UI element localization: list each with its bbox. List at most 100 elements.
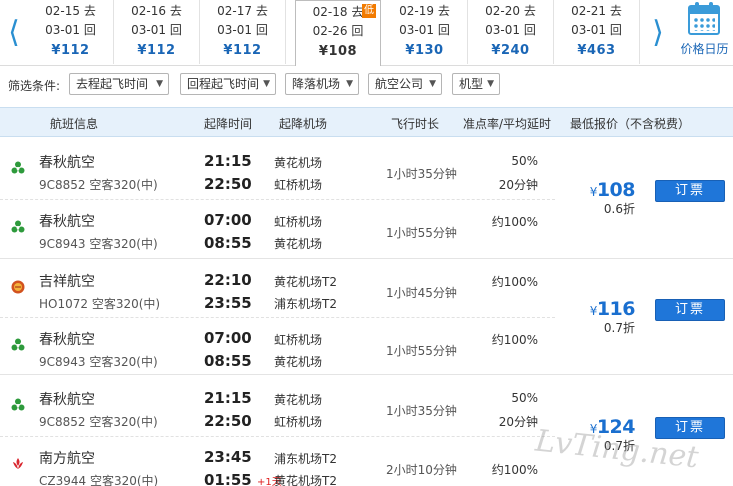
- filter-landing-airport-dropdown[interactable]: 降落机场 ▼: [285, 73, 359, 95]
- flight-duration: 2小时10分钟: [386, 463, 457, 477]
- results-table-header: 航班信息 起降时间 起降机场 飞行时长 准点率/平均延时 最低报价（不含税费）: [0, 107, 733, 137]
- date-price: ¥130: [405, 43, 444, 58]
- departure-time: 21:15: [204, 152, 252, 170]
- return-date: 03-01 回: [45, 23, 96, 37]
- chevron-down-icon: ▼: [346, 79, 353, 89]
- departure-time: 23:45: [204, 448, 252, 466]
- flight-number[interactable]: 9C8852 空客320(中): [39, 413, 158, 430]
- filter-outbound-time-dropdown[interactable]: 去程起飞时间 ▼: [69, 73, 169, 95]
- outbound-flight: 春秋航空 9C8852 空客320(中) 21:15 22:50 黄花机场 虹桥…: [0, 378, 555, 436]
- flight-combo-row: 春秋航空 9C8852 空客320(中) 21:15 22:50 黄花机场 虹桥…: [0, 378, 733, 486]
- filter-return-time-dropdown[interactable]: 回程起飞时间 ▼: [180, 73, 276, 95]
- next-dates-arrow-icon[interactable]: ⟩: [644, 0, 672, 64]
- return-flight: 春秋航空 9C8943 空客320(中) 07:00 08:55 虹桥机场 黄花…: [0, 199, 555, 257]
- average-delay: 20分钟: [498, 178, 538, 192]
- departure-airport: 虹桥机场: [274, 215, 323, 229]
- return-flight: 南方航空 CZ3944 空客320(中) 23:45 01:55 +1天 浦东机…: [0, 436, 555, 486]
- header-times[interactable]: 起降时间: [204, 115, 252, 132]
- outbound-date: 02-17 去: [217, 4, 268, 18]
- filter-option-label: 机型: [459, 77, 484, 91]
- date-price: ¥240: [491, 43, 530, 58]
- date-price: ¥112: [223, 43, 262, 58]
- date-price: ¥463: [577, 43, 616, 58]
- book-button[interactable]: 订票: [655, 299, 725, 321]
- filter-option-label: 去程起飞时间: [76, 77, 149, 91]
- header-duration[interactable]: 飞行时长: [391, 115, 439, 132]
- filter-label: 筛选条件:: [8, 79, 61, 93]
- airline-name: 吉祥航空: [39, 274, 95, 290]
- outbound-date: 02-19 去: [399, 4, 450, 18]
- date-cell-0220[interactable]: 02-20 去 03-01 回 ¥240: [468, 0, 554, 64]
- date-cell-0215[interactable]: 02-15 去 03-01 回 ¥112: [28, 0, 114, 64]
- prev-dates-arrow-icon[interactable]: ⟨: [0, 0, 28, 64]
- outbound-date: 02-15 去: [45, 4, 96, 18]
- arrival-time: 22:50: [204, 175, 252, 193]
- flight-number[interactable]: HO1072 空客320(中): [39, 295, 160, 312]
- lowest-price: ¥116: [589, 298, 636, 320]
- header-ontime[interactable]: 准点率/平均延时: [463, 115, 551, 132]
- departure-time: 07:00: [204, 329, 252, 347]
- flight-duration: 1小时35分钟: [386, 404, 457, 418]
- flight-duration: 1小时55分钟: [386, 226, 457, 240]
- return-date: 03-01 回: [571, 23, 622, 37]
- arrival-airport: 虹桥机场: [274, 415, 323, 429]
- filter-option-label: 降落机场: [292, 77, 341, 91]
- ontime-rate: 50%: [511, 391, 538, 405]
- date-cell-0216[interactable]: 02-16 去 03-01 回 ¥112: [114, 0, 200, 64]
- book-button[interactable]: 订票: [655, 180, 725, 202]
- outbound-date: 02-16 去: [131, 4, 182, 18]
- airline-name: 南方航空: [39, 451, 95, 467]
- date-cell-0217[interactable]: 02-17 去 03-01 回 ¥112: [200, 0, 286, 64]
- chevron-down-icon: ▼: [429, 79, 436, 89]
- filter-aircraft-dropdown[interactable]: 机型 ▼: [452, 73, 500, 95]
- juneyao-airlines-logo-icon: [11, 280, 25, 294]
- header-flight-info: 航班信息: [50, 117, 99, 131]
- return-date: 03-01 回: [131, 23, 182, 37]
- flight-number[interactable]: CZ3944 空客320(中): [39, 472, 158, 486]
- outbound-date: 02-20 去: [485, 4, 536, 18]
- discount-rate: 0.7折: [603, 321, 635, 335]
- date-cell-0221[interactable]: 02-21 去 03-01 回 ¥463: [554, 0, 640, 64]
- discount-rate: 0.7折: [603, 439, 635, 453]
- arrival-time: 08:55: [204, 234, 252, 252]
- departure-airport: 黄花机场: [274, 156, 323, 170]
- departure-airport: 浦东机场T2: [274, 452, 337, 466]
- departure-airport: 黄花机场T2: [274, 275, 337, 289]
- price-block: ¥124 0.7折: [555, 416, 636, 454]
- average-delay: 20分钟: [498, 415, 538, 429]
- outbound-flight: 吉祥航空 HO1072 空客320(中) 22:10 23:55 黄花机场T2 …: [0, 260, 555, 318]
- arrival-time: 01:55 +1天: [204, 471, 282, 486]
- return-date: 03-01 回: [485, 23, 536, 37]
- date-strip: ⟨ 02-15 去 03-01 回 ¥112 02-16 去 03-01 回 ¥…: [0, 0, 733, 66]
- arrival-airport: 黄花机场: [274, 237, 323, 251]
- airline-name: 春秋航空: [39, 155, 95, 171]
- book-button[interactable]: 订票: [655, 417, 725, 439]
- outbound-flight: 春秋航空 9C8852 空客320(中) 21:15 22:50 黄花机场 虹桥…: [0, 141, 555, 199]
- airline-name: 春秋航空: [39, 214, 95, 230]
- flight-number[interactable]: 9C8943 空客320(中): [39, 353, 158, 370]
- spring-airlines-logo-icon: [11, 220, 25, 233]
- flight-combo-row: 吉祥航空 HO1072 空客320(中) 22:10 23:55 黄花机场T2 …: [0, 260, 733, 375]
- flight-combo-row: 春秋航空 9C8852 空客320(中) 21:15 22:50 黄花机场 虹桥…: [0, 141, 733, 259]
- date-cell-0218-selected[interactable]: 低 02-18 去 02-26 回 ¥108: [295, 0, 381, 66]
- return-flight: 春秋航空 9C8943 空客320(中) 07:00 08:55 虹桥机场 黄花…: [0, 317, 555, 375]
- header-airports: 起降机场: [279, 117, 328, 131]
- outbound-date: 02-21 去: [571, 4, 622, 18]
- arrival-time: 08:55: [204, 352, 252, 370]
- lowest-price: ¥124: [589, 416, 636, 438]
- flight-duration: 1小时55分钟: [386, 344, 457, 358]
- return-date: 03-01 回: [399, 23, 450, 37]
- flight-number[interactable]: 9C8852 空客320(中): [39, 176, 158, 193]
- spring-airlines-logo-icon: [11, 398, 25, 411]
- price-calendar-button[interactable]: 价格日历: [676, 0, 733, 64]
- spring-airlines-logo-icon: [11, 338, 25, 351]
- lowest-price-badge: 低: [362, 4, 376, 18]
- chevron-down-icon: ▼: [263, 79, 270, 89]
- departure-airport: 虹桥机场: [274, 333, 323, 347]
- filter-airline-dropdown[interactable]: 航空公司 ▼: [368, 73, 442, 95]
- header-price[interactable]: 最低报价（不含税费）: [570, 115, 690, 132]
- flight-number[interactable]: 9C8943 空客320(中): [39, 235, 158, 252]
- date-cell-0219[interactable]: 02-19 去 03-01 回 ¥130: [382, 0, 468, 64]
- departure-time: 22:10: [204, 271, 252, 289]
- flight-duration: 1小时45分钟: [386, 286, 457, 300]
